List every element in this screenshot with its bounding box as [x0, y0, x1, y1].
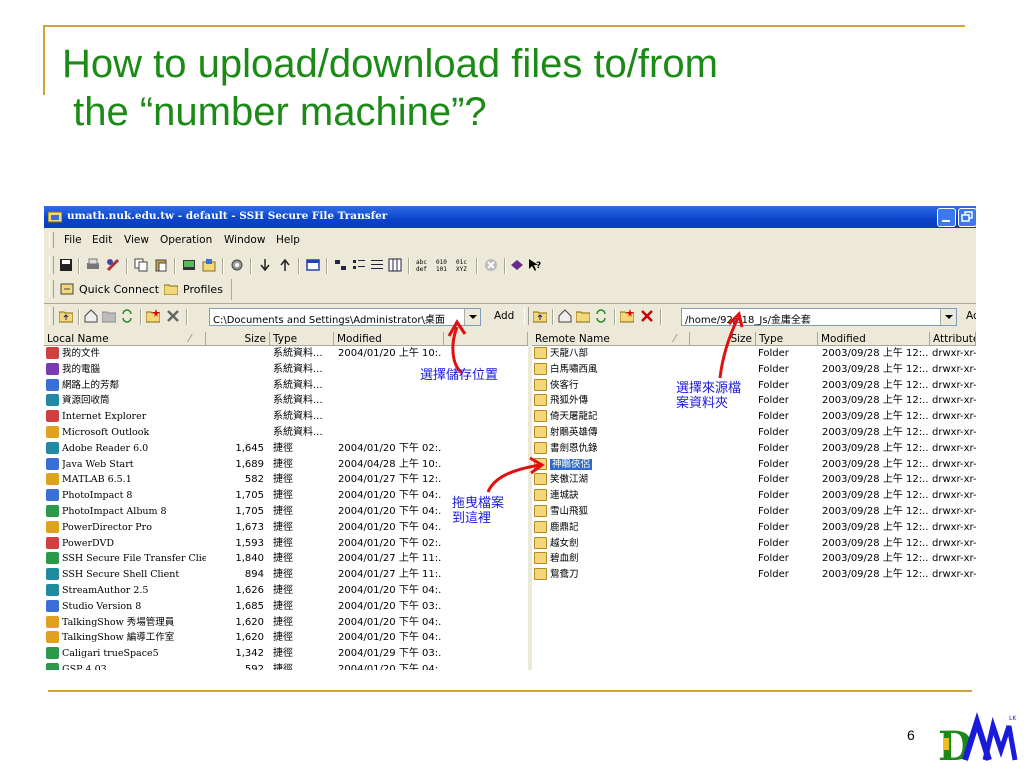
- annotation-save-location: 選擇儲存位置: [420, 368, 499, 383]
- annotation-drag-here: 拖曳檔案 到這裡: [452, 496, 505, 526]
- logo-mark-text: LK: [1009, 715, 1017, 722]
- annotation-arrows: [447, 311, 744, 493]
- drag-here-arrow: [486, 463, 541, 493]
- source-folder-arrow: [718, 317, 740, 379]
- page-number: 6: [907, 727, 915, 743]
- bottom-rule: [48, 690, 972, 692]
- annotation-source-folder: 選擇來源檔 案資料夾: [676, 381, 742, 411]
- save-location-arrow: [451, 326, 464, 375]
- logo-accent-mark: [943, 738, 949, 750]
- dam-logo: D LK: [938, 712, 1018, 768]
